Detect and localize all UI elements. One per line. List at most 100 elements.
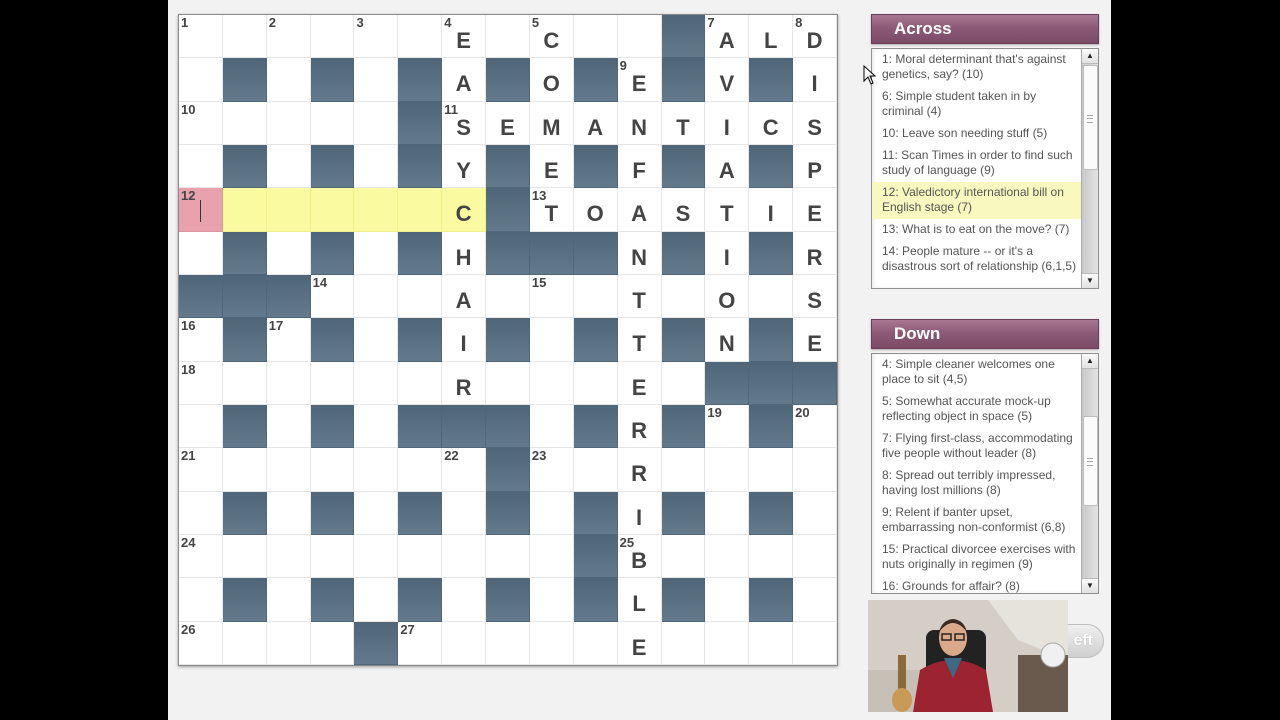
grid-cell[interactable]: A (573, 101, 618, 145)
grid-cell[interactable]: 3 (354, 15, 399, 59)
grid-cell[interactable] (179, 491, 223, 535)
grid-cell[interactable] (486, 361, 530, 405)
down-scroll-thumb[interactable] (1083, 416, 1098, 506)
grid-cell[interactable]: T (617, 318, 662, 362)
grid-cell[interactable] (266, 361, 311, 405)
grid-cell[interactable] (222, 621, 267, 665)
grid-cell[interactable]: P (793, 145, 837, 189)
scroll-up-arrow-icon[interactable]: ▲ (1082, 49, 1098, 64)
grid-cell[interactable]: 27 (398, 621, 443, 665)
grid-cell[interactable] (354, 578, 399, 622)
grid-cell[interactable] (354, 58, 399, 102)
grid-cell[interactable] (573, 621, 618, 665)
grid-cell[interactable]: S (793, 101, 837, 145)
grid-cell[interactable] (793, 578, 837, 622)
grid-cell[interactable]: H (442, 231, 487, 275)
grid-cell[interactable] (442, 578, 487, 622)
grid-cell[interactable]: O (705, 275, 750, 319)
grid-cell[interactable] (661, 361, 706, 405)
grid-cell[interactable] (661, 535, 706, 579)
grid-cell[interactable] (354, 361, 399, 405)
grid-cell[interactable] (222, 188, 267, 232)
grid-cell[interactable] (573, 361, 618, 405)
down-clue[interactable]: 5: Somewhat accurate mock-up reflecting … (872, 391, 1098, 428)
grid-cell[interactable] (354, 491, 399, 535)
grid-cell[interactable] (354, 535, 399, 579)
scroll-up-arrow-icon[interactable]: ▲ (1082, 354, 1098, 369)
grid-cell[interactable]: O (529, 58, 574, 102)
grid-cell[interactable] (398, 535, 443, 579)
grid-cell[interactable] (793, 535, 837, 579)
grid-cell[interactable] (398, 15, 443, 59)
grid-cell[interactable] (442, 491, 487, 535)
grid-cell[interactable]: R (617, 405, 662, 449)
grid-cell[interactable] (222, 535, 267, 579)
grid-cell[interactable]: I (749, 188, 794, 232)
grid-cell[interactable]: T (617, 275, 662, 319)
grid-cell[interactable]: R (793, 231, 837, 275)
grid-cell[interactable] (705, 491, 750, 535)
grid-cell[interactable] (617, 15, 662, 59)
grid-cell[interactable]: 23 (529, 448, 574, 492)
grid-cell[interactable]: 19 (705, 405, 750, 449)
grid-cell[interactable] (310, 361, 355, 405)
grid-cell[interactable]: L (749, 15, 794, 59)
grid-cell[interactable] (179, 405, 223, 449)
across-clue[interactable]: 10: Leave son needing stuff (5) (872, 123, 1098, 145)
grid-cell[interactable]: 11 S (442, 101, 487, 145)
grid-cell[interactable]: S (793, 275, 837, 319)
down-clue[interactable]: 9: Relent if banter upset, embarrassing … (872, 502, 1098, 539)
grid-cell[interactable] (222, 15, 267, 59)
grid-cell[interactable] (705, 621, 750, 665)
grid-cell[interactable]: E (617, 361, 662, 405)
down-clue-list[interactable]: 4: Simple cleaner welcomes one place to … (871, 353, 1099, 594)
grid-cell[interactable]: V (705, 58, 750, 102)
across-clue-list[interactable]: 1: Moral determinant that's against gene… (871, 48, 1099, 289)
grid-cell[interactable]: N (705, 318, 750, 362)
grid-cell[interactable] (529, 535, 574, 579)
grid-cell[interactable] (749, 448, 794, 492)
grid-cell[interactable] (529, 621, 574, 665)
grid-cell[interactable] (486, 15, 530, 59)
grid-cell[interactable] (354, 448, 399, 492)
grid-cell[interactable]: 15 (529, 275, 574, 319)
grid-cell[interactable] (354, 101, 399, 145)
grid-cell[interactable] (179, 145, 223, 189)
grid-cell[interactable]: F (617, 145, 662, 189)
grid-cell[interactable]: 2 (266, 15, 311, 59)
grid-cell[interactable]: 22 (442, 448, 487, 492)
grid-cell[interactable]: 8D (793, 15, 837, 59)
grid-cell[interactable] (398, 361, 443, 405)
grid-cell[interactable]: 10 (179, 101, 223, 145)
scroll-down-arrow-icon[interactable]: ▼ (1082, 578, 1098, 593)
grid-cell[interactable]: 12 (179, 188, 223, 232)
grid-cell[interactable]: I (442, 318, 487, 362)
grid-cell[interactable] (573, 15, 618, 59)
grid-cell[interactable] (705, 535, 750, 579)
grid-cell[interactable] (486, 275, 530, 319)
grid-cell[interactable]: 1 (179, 15, 223, 59)
grid-cell[interactable]: M (529, 101, 574, 145)
grid-cell[interactable]: 4E (442, 15, 487, 59)
grid-cell[interactable] (573, 448, 618, 492)
across-clue[interactable]: 1: Moral determinant that's against gene… (872, 49, 1098, 86)
grid-cell[interactable] (310, 15, 355, 59)
grid-cell[interactable] (749, 621, 794, 665)
grid-cell[interactable] (179, 58, 223, 102)
across-clue[interactable]: 11: Scan Times in order to find such stu… (872, 145, 1098, 182)
grid-cell[interactable] (705, 448, 750, 492)
grid-cell[interactable] (486, 535, 530, 579)
grid-cell[interactable] (529, 318, 574, 362)
grid-cell[interactable] (749, 275, 794, 319)
grid-cell[interactable]: E (793, 318, 837, 362)
grid-cell[interactable]: I (617, 491, 662, 535)
down-clue[interactable]: 15: Practical divorcee exercises with nu… (872, 539, 1098, 576)
grid-cell[interactable]: A (442, 275, 487, 319)
grid-cell[interactable]: A (617, 188, 662, 232)
grid-cell[interactable]: C (749, 101, 794, 145)
grid-cell[interactable]: N (617, 101, 662, 145)
grid-cell[interactable] (793, 621, 837, 665)
grid-cell[interactable] (529, 578, 574, 622)
grid-cell[interactable]: T (705, 188, 750, 232)
grid-cell[interactable]: 24 (179, 535, 223, 579)
